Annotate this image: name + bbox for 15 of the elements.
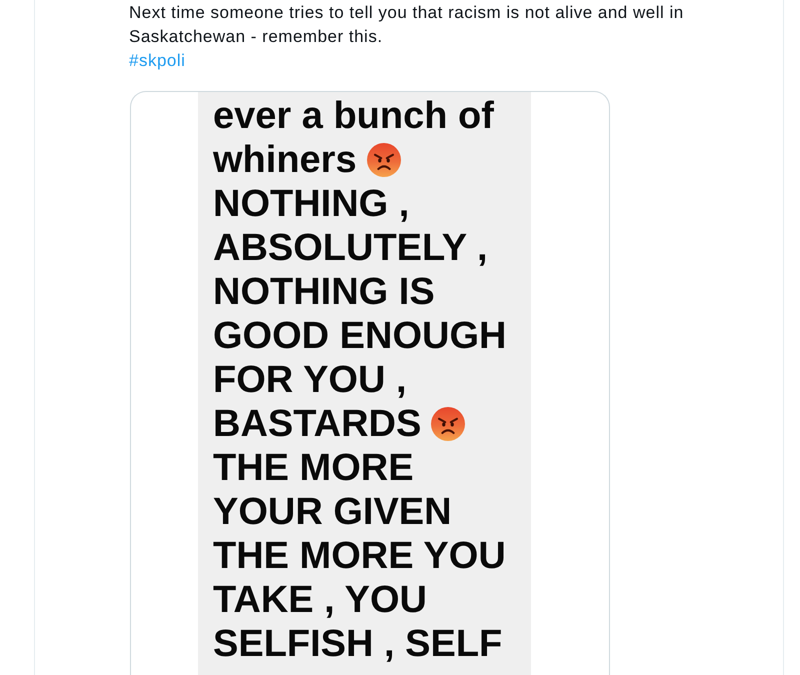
message-line: whiners: [213, 138, 357, 182]
message-line: GOOD ENOUGH: [213, 314, 506, 358]
tweet-text: Next time someone tries to tell you that racism is not alive and well in Saskatchewan - remember this.: [129, 2, 685, 48]
message-line: YOUR GIVEN: [213, 490, 452, 534]
message-line: ABSOLUTELY ,: [213, 226, 488, 270]
message-line: ever a bunch of: [213, 94, 494, 138]
message-line: NOTHING IS: [213, 270, 435, 314]
message-line: BASTARDS: [213, 402, 422, 446]
message-line: THE MORE YOU: [213, 534, 506, 578]
attached-image[interactable]: ever a bunch of whiners NOTHING , ABSOLUTELY , NOTHING IS GOOD ENOUGH FOR YOU , BASTARDS THE MORE YOUR GIVEN THE MORE YOU TAKE , YOU SELFISH , SELF: [130, 91, 610, 675]
message-line: SELFISH , SELF: [213, 622, 502, 666]
message-line: NOTHING ,: [213, 182, 410, 226]
message-line: THE MORE: [213, 446, 414, 490]
message-line: FOR YOU ,: [213, 358, 407, 402]
message-line: TAKE , YOU: [213, 578, 427, 622]
